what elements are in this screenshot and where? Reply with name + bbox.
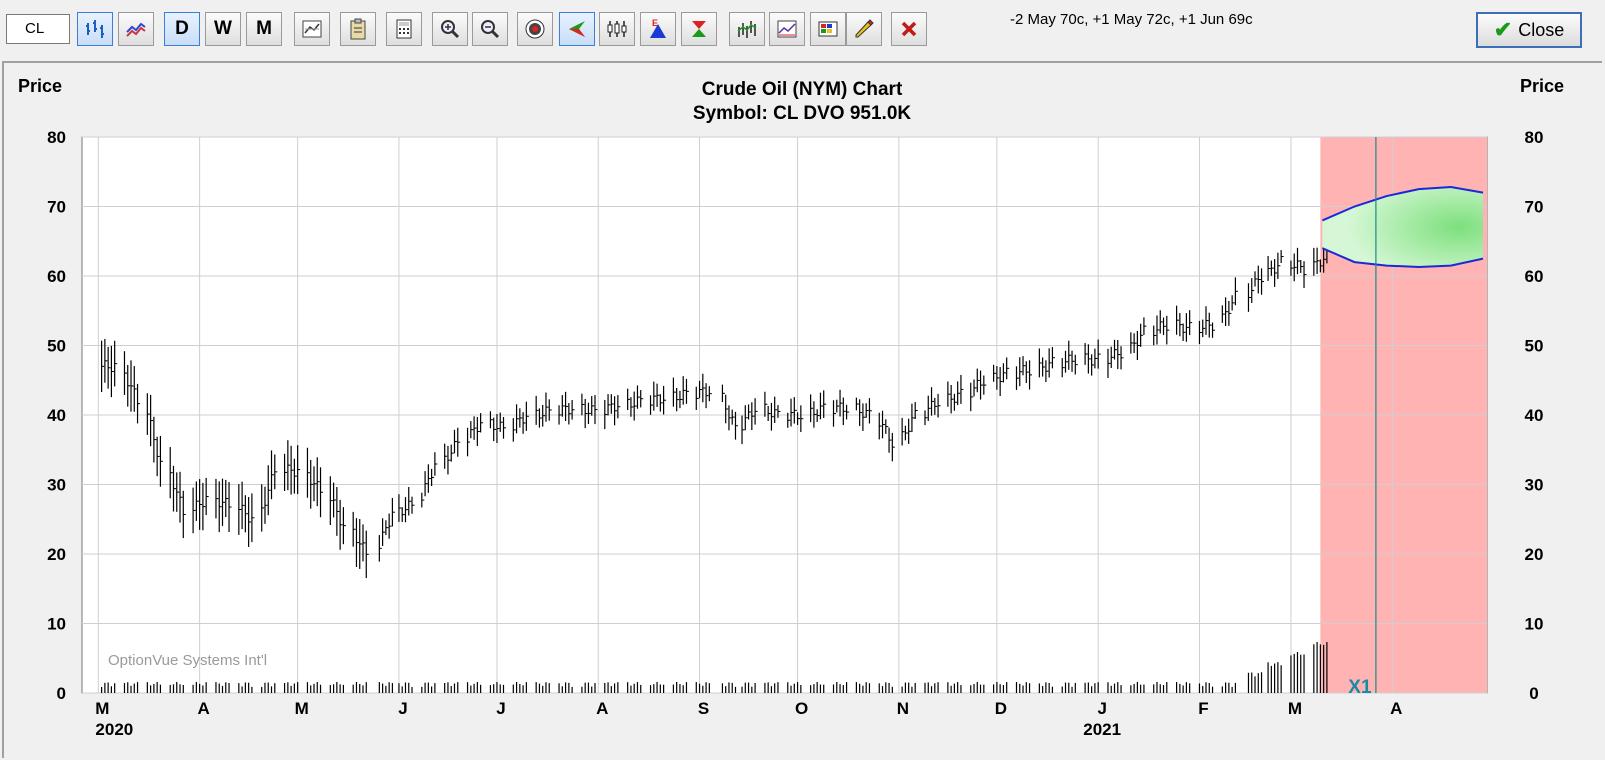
delete-icon xyxy=(901,21,917,37)
arrow-left-icon xyxy=(569,21,585,37)
y-tick-label-right: 80 xyxy=(1525,128,1544,147)
strategy-description: -2 May 70c, +1 May 72c, +1 Jun 69c xyxy=(1010,11,1253,28)
y-tick-label-left: 20 xyxy=(47,545,66,564)
calculator-button[interactable] xyxy=(386,12,422,46)
y-tick-label-left: 70 xyxy=(47,198,66,217)
calculator-icon xyxy=(396,19,412,39)
palette-button[interactable] xyxy=(810,12,846,46)
x-tick-label: S xyxy=(698,699,709,718)
volume-icon xyxy=(737,21,757,38)
x-tick-label: J xyxy=(398,699,407,718)
checkmark-icon: ✔ xyxy=(1493,17,1513,42)
x-tick-label: M xyxy=(1288,699,1302,718)
y-axis-label-right: Price xyxy=(1520,76,1564,96)
x-tick-label: J xyxy=(1097,699,1106,718)
y-tick-label-right: 10 xyxy=(1525,615,1544,634)
x-tick-label: N xyxy=(897,699,909,718)
y-tick-label-right: 70 xyxy=(1525,198,1544,217)
clipboard-icon xyxy=(350,18,366,40)
price-chart[interactable]: Price Price Crude Oil (NYM) Chart Symbol… xyxy=(4,63,1604,760)
target-icon xyxy=(525,19,545,39)
dividend-button[interactable] xyxy=(681,12,717,46)
y-tick-label-left: 30 xyxy=(47,476,66,495)
y-tick-label-right: 60 xyxy=(1525,267,1544,286)
zoom-out-icon xyxy=(481,20,500,39)
y-tick-label-left: 40 xyxy=(47,406,66,425)
chart-settings-button[interactable] xyxy=(294,12,330,46)
chart-panel: Price Price Crude Oil (NYM) Chart Symbol… xyxy=(2,61,1602,758)
bar-chart-icon xyxy=(86,20,104,38)
y-tick-label-right: 30 xyxy=(1525,476,1544,495)
svg-text:E: E xyxy=(652,18,658,28)
y-tick-label-left: 10 xyxy=(47,615,66,634)
day-button[interactable]: D xyxy=(164,12,200,46)
chart-subtitle: Symbol: CL DVO 951.0K xyxy=(693,103,911,124)
study-button[interactable] xyxy=(769,12,805,46)
year-label: 2021 xyxy=(1083,720,1121,739)
study-icon xyxy=(777,20,797,38)
week-button[interactable]: W xyxy=(205,12,241,46)
y-tick-label-left: 0 xyxy=(57,684,66,703)
x-tick-label: A xyxy=(197,699,209,718)
symbol-input[interactable]: CL xyxy=(6,14,70,44)
x-tick-label: O xyxy=(795,699,808,718)
x-tick-label: A xyxy=(1390,699,1402,718)
y-tick-label-left: 60 xyxy=(47,267,66,286)
expiration-marker-label: X1 xyxy=(1348,677,1372,698)
y-tick-label-left: 50 xyxy=(47,337,66,356)
pencil-button[interactable] xyxy=(846,12,882,46)
year-label: 2020 xyxy=(95,720,133,739)
chart-title: Crude Oil (NYM) Chart xyxy=(702,79,903,100)
y-tick-label-left: 80 xyxy=(47,128,66,147)
ohlc-button[interactable] xyxy=(599,12,635,46)
ohlc-icon xyxy=(607,21,627,37)
x-tick-label: J xyxy=(496,699,505,718)
close-label: Close xyxy=(1518,19,1565,40)
chart-settings-icon xyxy=(302,20,322,38)
watermark: OptionVue Systems Int'l xyxy=(108,652,267,669)
toolbar: CL D W M E -2 May 70c, +1 May 72c, +1 Ju… xyxy=(0,0,1605,60)
x-tick-label: M xyxy=(295,699,309,718)
y-axis-label-left: Price xyxy=(18,76,62,96)
delete-button[interactable] xyxy=(891,12,927,46)
y-tick-label-right: 0 xyxy=(1529,684,1538,703)
month-button[interactable]: M xyxy=(246,12,282,46)
zoom-in-icon xyxy=(441,20,460,39)
zoom-in-button[interactable] xyxy=(432,12,468,46)
pencil-icon xyxy=(855,19,874,38)
line-chart-icon xyxy=(126,22,146,37)
dividend-icon xyxy=(692,21,706,37)
zoom-out-button[interactable] xyxy=(472,12,508,46)
volume-button[interactable] xyxy=(729,12,765,46)
line-chart-button[interactable] xyxy=(118,12,154,46)
y-tick-label-right: 50 xyxy=(1525,337,1544,356)
earnings-icon: E xyxy=(650,18,666,38)
y-tick-label-right: 40 xyxy=(1525,406,1544,425)
plot-area: 0 010 1020 2030 3040 4050 5060 6070 7080 80M A M J J A… xyxy=(47,128,1543,739)
arrow-left-button[interactable] xyxy=(559,12,595,46)
x-tick-label: A xyxy=(596,699,608,718)
x-tick-label: F xyxy=(1198,699,1208,718)
palette-icon xyxy=(818,21,838,37)
target-button[interactable] xyxy=(517,12,553,46)
x-tick-label: M xyxy=(95,699,109,718)
bar-chart-button[interactable] xyxy=(77,12,113,46)
clipboard-button[interactable] xyxy=(340,12,376,46)
earnings-button[interactable]: E xyxy=(640,12,676,46)
y-tick-label-right: 20 xyxy=(1525,545,1544,564)
x-tick-label: D xyxy=(995,699,1007,718)
close-button[interactable]: ✔ Close xyxy=(1476,12,1582,48)
